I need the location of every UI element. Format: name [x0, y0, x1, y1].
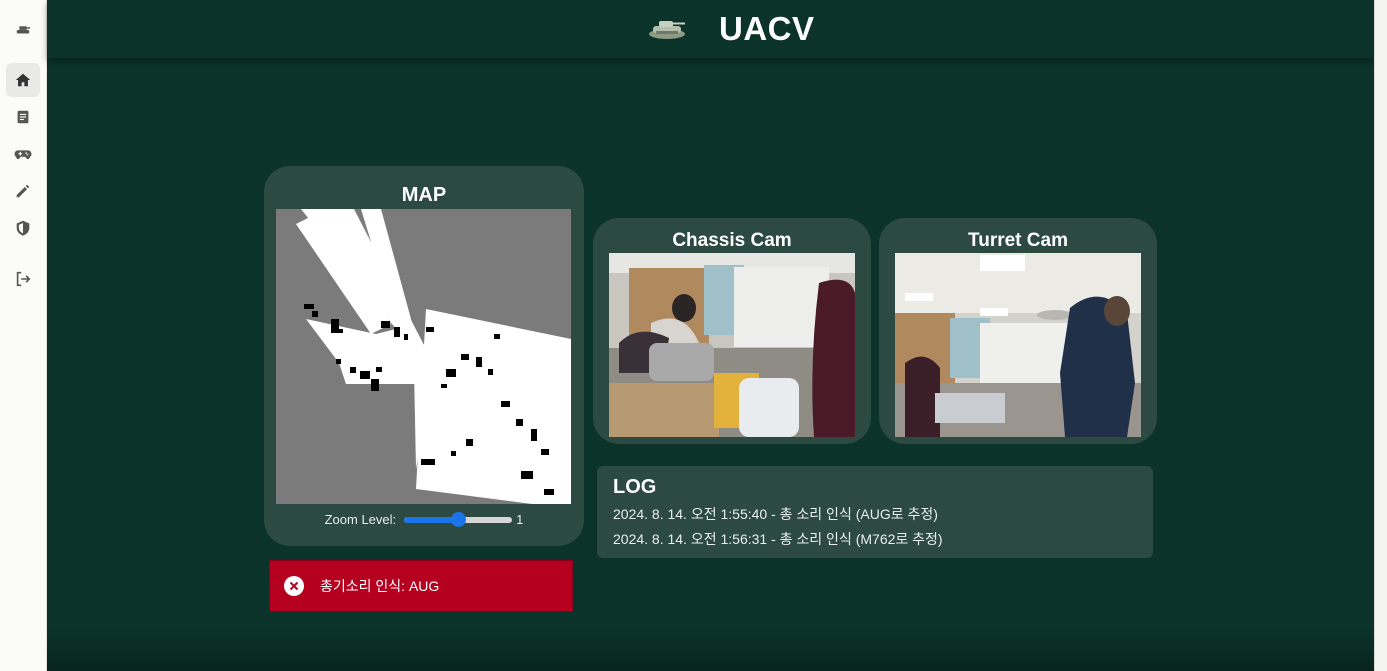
- sidebar-item-document[interactable]: [6, 100, 40, 134]
- zoom-control: Zoom Level: 1: [264, 511, 584, 527]
- sidebar-item-logout[interactable]: [6, 262, 40, 296]
- turret-cam-panel: Turret Cam: [879, 218, 1157, 444]
- shield-icon: [16, 220, 30, 236]
- log-panel: LOG 2024. 8. 14. 오전 1:55:40 - 총 소리 인식 (A…: [597, 466, 1153, 558]
- tank-icon: [16, 26, 31, 34]
- zoom-label: Zoom Level:: [324, 512, 397, 527]
- sidebar-item-edit[interactable]: [6, 174, 40, 208]
- zoom-value: 1: [516, 512, 524, 527]
- header: UACV: [47, 0, 1374, 58]
- footer-shade: [47, 628, 1374, 671]
- pencil-icon: [16, 184, 30, 198]
- gunshot-alert: 총기소리 인식: AUG: [269, 560, 573, 612]
- alert-message: 총기소리 인식: AUG: [320, 578, 440, 594]
- app-title: UACV: [719, 10, 815, 47]
- log-entry: 2024. 8. 14. 오전 1:55:40 - 총 소리 인식 (AUG로 …: [613, 506, 938, 522]
- home-icon: [15, 73, 31, 87]
- logout-icon: [16, 271, 31, 287]
- document-icon: [17, 110, 29, 124]
- sidebar-item-security[interactable]: [6, 211, 40, 245]
- gamepad-icon: [14, 150, 32, 160]
- sidebar-item-home[interactable]: [6, 63, 40, 97]
- log-title: LOG: [613, 476, 657, 498]
- chassis-cam-title: Chassis Cam: [672, 230, 792, 251]
- close-circle-icon[interactable]: [284, 576, 304, 596]
- occupancy-map[interactable]: [276, 209, 571, 509]
- map-title: MAP: [401, 184, 447, 206]
- turret-cam-title: Turret Cam: [968, 230, 1068, 251]
- chassis-cam-feed: [609, 253, 855, 437]
- map-panel: MAP Zoom Level: 1: [264, 166, 584, 546]
- sidebar-item-control[interactable]: [6, 137, 40, 171]
- zoom-slider[interactable]: [404, 511, 513, 527]
- chassis-cam-panel: Chassis Cam: [593, 218, 871, 444]
- log-entry: 2024. 8. 14. 오전 1:56:31 - 총 소리 인식 (M762로…: [613, 531, 943, 547]
- turret-cam-feed: [895, 253, 1141, 437]
- sidebar: [0, 0, 47, 671]
- tank-logo-icon: [649, 21, 685, 39]
- zoom-slider-fill: [404, 516, 459, 523]
- sidebar-tank-icon[interactable]: [6, 12, 40, 46]
- zoom-slider-thumb[interactable]: [451, 511, 467, 527]
- scrollbar[interactable]: [1374, 0, 1387, 671]
